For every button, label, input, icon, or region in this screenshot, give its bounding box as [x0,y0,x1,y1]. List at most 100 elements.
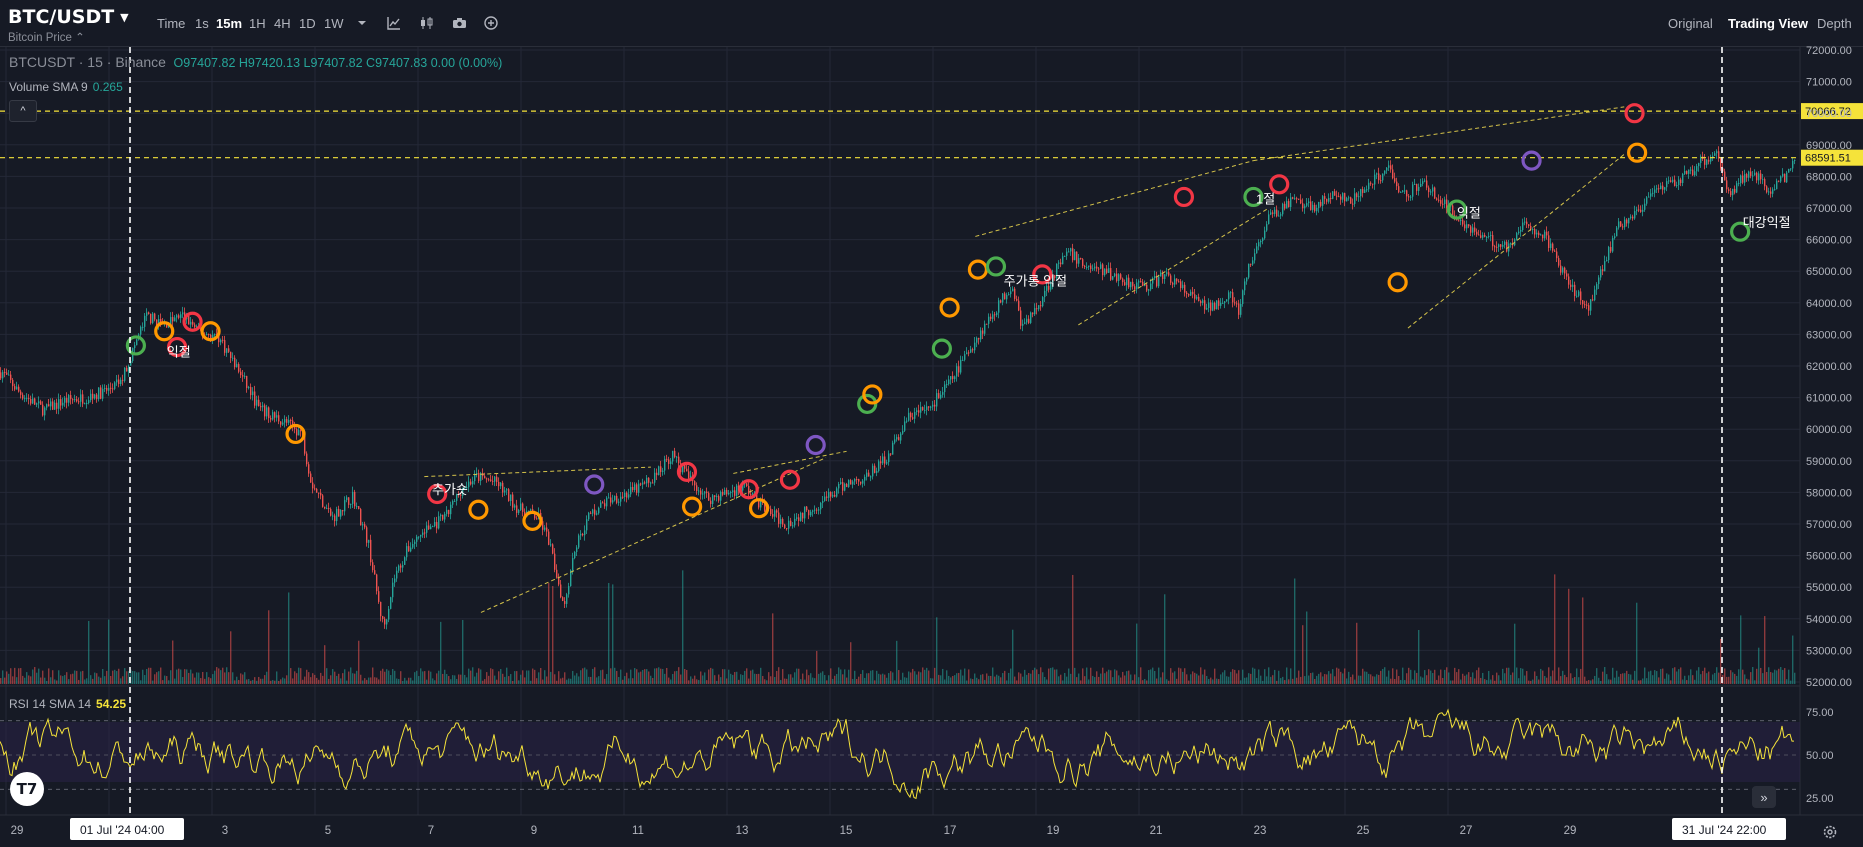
volume-bar [544,670,546,684]
candle-body [510,494,512,502]
volume-bar [1524,675,1526,684]
gear-icon[interactable] [1820,822,1840,842]
candle-body [992,314,994,319]
candle-body [1778,180,1780,182]
candle-body [1622,226,1624,228]
candle-body [800,512,802,521]
candle-body [626,492,628,498]
candle-body [414,541,416,544]
price-tick-label: 59000.00 [1806,456,1852,468]
volume-bar [226,667,228,684]
volume-bar [1706,673,1708,684]
volume-bar [1712,674,1714,684]
volume-bar [1454,667,1456,684]
volume-bar [432,678,434,684]
volume-bar [14,667,16,684]
volume-bar [320,672,322,684]
volume-bar [1142,680,1144,684]
candle-body [1284,203,1286,209]
volume-bar [1520,668,1522,684]
volume-bar [1486,679,1488,684]
volume-bar [1564,674,1566,684]
candle-body [996,312,998,316]
volume-bar [1640,680,1642,684]
volume-bar [578,676,580,684]
candle-body [114,382,116,389]
tradingview-logo-icon[interactable]: T7 [10,772,44,806]
candle-body [830,491,832,497]
volume-bar [1192,671,1194,684]
candle-body [1154,276,1156,279]
candle-body [808,510,810,516]
candle-body [1730,191,1732,196]
collapse-legend-button[interactable]: ^ [9,100,37,122]
candle-body [392,582,394,598]
candle-body [1352,203,1354,205]
candle-body [842,482,844,491]
candle-body [1150,283,1152,290]
candle-body [1080,258,1082,260]
candle-body [1002,293,1004,303]
volume-bar [1690,669,1692,684]
volume-bar [1516,667,1518,684]
price-chart[interactable]: 70066.7268591.51 75.0050.0025.00 익절추가숏주가… [0,0,1863,847]
volume-bar [248,679,250,684]
candle-body [434,521,436,527]
candle-body [352,491,354,504]
volume-bar [1288,679,1290,684]
candle-body [666,458,668,460]
volume-bar [1260,675,1262,684]
volume-bar [1064,672,1066,684]
candle-body [1438,199,1440,201]
candle-body [948,379,950,385]
candle-body [1570,284,1572,287]
candle-body [110,387,112,389]
candle-body [1766,186,1768,193]
volume-bar [570,678,572,684]
candle-body [984,323,986,334]
volume-bar [678,667,680,684]
candle-body [924,409,926,411]
volume-bar [904,677,906,684]
candle-body [1420,183,1422,187]
candle-body [1666,181,1668,188]
candle-body [994,314,996,316]
volume-bar [862,670,864,684]
candle-body [672,450,674,462]
price-tick-label: 57000.00 [1806,519,1852,531]
candle-body [942,392,944,395]
volume-bar [112,670,114,684]
candle-body [1758,173,1760,181]
volume-bar [224,672,226,684]
volume-bar [260,678,262,684]
candle-body [1126,277,1128,286]
volume-bar [970,678,972,684]
volume-bar [1468,672,1470,684]
volume-bar [488,675,490,684]
volume-bar [992,667,994,684]
candle-body [1576,295,1578,297]
volume-bar [1634,670,1636,684]
volume-bar [1440,669,1442,684]
candle-body [1206,308,1208,310]
candle-body [282,422,284,425]
candle-body [930,406,932,408]
volume-bar [1522,668,1524,684]
volume-bar [278,680,280,684]
candle-body [1282,203,1284,215]
volume-bar [358,640,360,684]
volume-bar [1070,673,1072,684]
volume-bar [88,620,90,684]
candle-body [960,359,962,373]
candle-body [102,388,104,399]
volume-bar [1032,670,1034,684]
candle-body [394,578,396,583]
scroll-to-realtime-button[interactable]: » [1752,786,1776,808]
volume-bar [568,678,570,684]
candle-body [788,520,790,529]
volume-bar [1220,674,1222,684]
candle-body [648,477,650,483]
volume-bar [1692,675,1694,684]
volume-bar [66,672,68,684]
volume-bar [1584,676,1586,684]
